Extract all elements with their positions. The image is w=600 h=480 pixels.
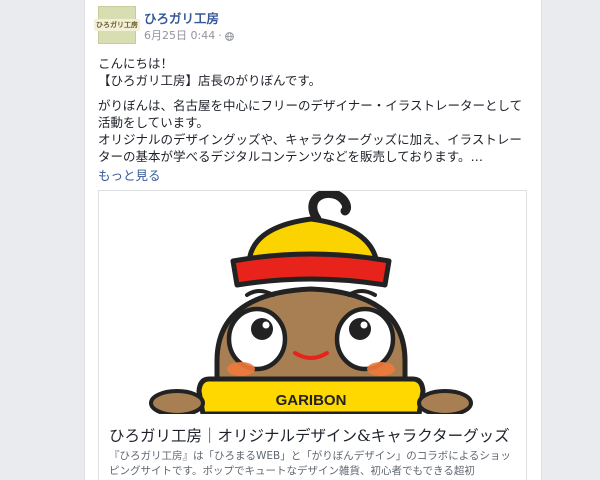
post-card: ひろガリ工房 ひろガリ工房 6月25日 0:44 · こんにちは！ 【ひろガリ工… <box>84 0 542 480</box>
link-preview-card[interactable]: GARIBON ひろガリ工房｜オリジナルデザイン&キャラクターグッズ 『ひろガリ… <box>98 190 527 480</box>
bowl-label: GARIBON <box>276 392 347 409</box>
avatar-logo-text: ひろガリ工房 <box>94 19 140 31</box>
post-paragraph: こんにちは！ 【ひろガリ工房】店長のがりぼんです。 <box>98 56 322 88</box>
preview-title[interactable]: ひろガリ工房｜オリジナルデザイン&キャラクターグッズ <box>109 424 519 446</box>
post-paragraph-text: がりぼんは、名古屋を中心にフリーのデザイナー・イラストレーターとして活動をしてい… <box>98 98 523 164</box>
globe-icon[interactable] <box>224 31 234 41</box>
page-name-link[interactable]: ひろガリ工房 <box>144 8 219 27</box>
post-message: こんにちは！ 【ひろガリ工房】店長のがりぼんです。 がりぼんは、名古屋を中心にフ… <box>98 55 528 184</box>
post-timestamp[interactable]: 6月25日 0:44 <box>144 27 215 43</box>
see-more-link[interactable]: もっと見る <box>98 167 528 184</box>
post-meta: 6月25日 0:44 · <box>144 27 234 43</box>
avatar[interactable]: ひろガリ工房 <box>94 6 140 44</box>
preview-image[interactable]: GARIBON <box>99 191 526 414</box>
post-paragraph: がりぼんは、名古屋を中心にフリーのデザイナー・イラストレーターとして活動をしてい… <box>98 97 528 165</box>
post-header: ひろガリ工房 ひろガリ工房 6月25日 0:44 · <box>94 6 528 46</box>
garibon-character-illustration: GARIBON <box>149 191 473 414</box>
preview-description: 『ひろガリ工房』は「ひろまるWEB」と「がりぼんデザイン」のコラボによるショッピ… <box>109 450 511 477</box>
meta-separator: · <box>218 28 222 42</box>
